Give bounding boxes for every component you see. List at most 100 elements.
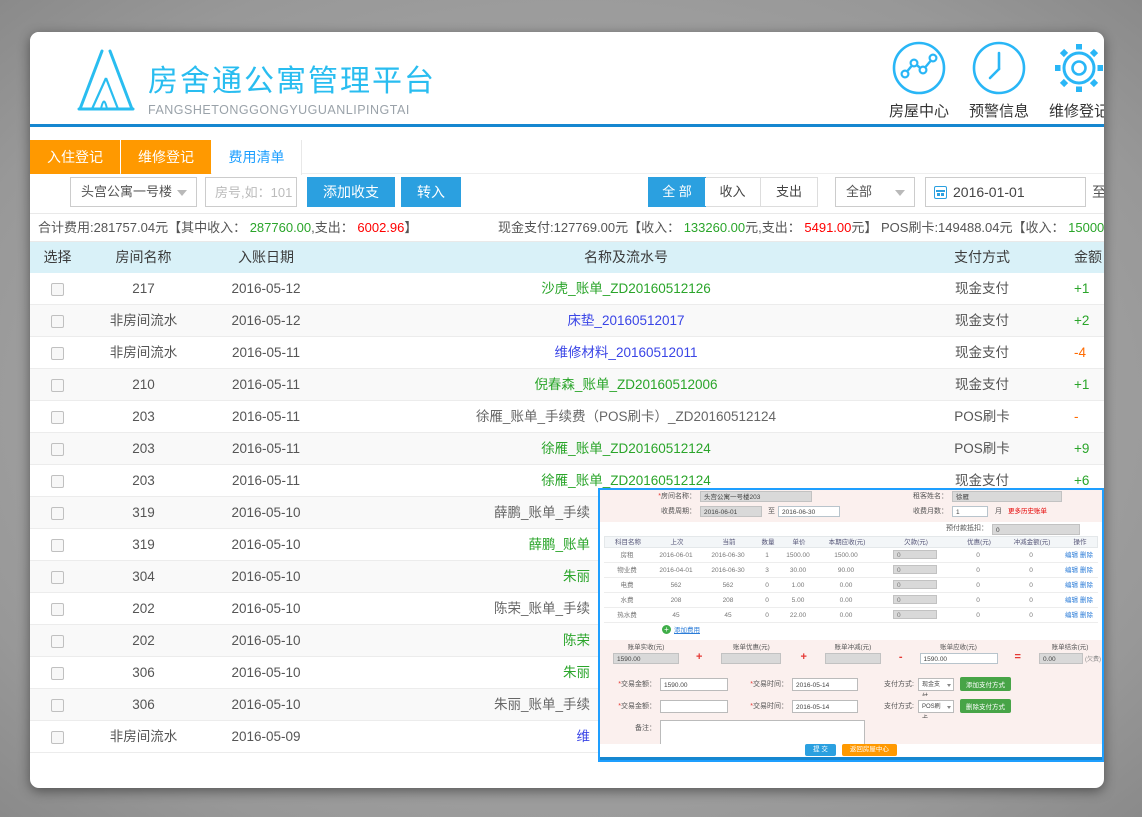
pay-method-select[interactable]: POS刷卡 xyxy=(918,700,954,713)
bill-link[interactable]: 维修材料_20160512011 xyxy=(554,345,697,360)
prepay-row: 预付款抵扣： 0 xyxy=(600,522,1102,536)
segment-expense[interactable]: 支出 xyxy=(761,178,817,206)
bill-link[interactable]: 朱丽 xyxy=(563,665,590,680)
bill-link[interactable]: 薛鹏_账单_手续 xyxy=(494,505,590,520)
payment-row-2: *交易金额： *交易时间： 2016-05-14 支付方式: POS刷卡 删除支… xyxy=(600,696,1102,718)
row-checkbox[interactable] xyxy=(51,443,64,456)
room-cell: 203 xyxy=(85,401,202,432)
bill-link[interactable]: 徐雁_账单_ZD20160512124 xyxy=(541,473,711,488)
row-checkbox[interactable] xyxy=(51,603,64,616)
bill-offset-input[interactable] xyxy=(825,653,881,664)
debt-input[interactable]: 0 xyxy=(893,565,937,574)
fee-cell: 0 xyxy=(1002,563,1060,577)
tab-repair[interactable]: 维修登记 xyxy=(121,140,211,174)
bill-link[interactable]: 薛鹏_账单 xyxy=(528,537,590,552)
bill-link[interactable]: 朱丽_账单_手续 xyxy=(494,697,590,712)
column-date: 入账日期 xyxy=(202,242,330,273)
bill-received-input[interactable]: 1590.00 xyxy=(613,653,679,664)
return-house-center-button[interactable]: 返回房屋中心 xyxy=(842,744,897,756)
trade-time-input[interactable]: 2016-05-14 xyxy=(792,700,858,713)
delete-link[interactable]: 删除 xyxy=(1080,552,1093,559)
debt-input[interactable]: 0 xyxy=(893,610,937,619)
category-select[interactable]: 全部 xyxy=(835,177,915,207)
add-payment-button[interactable]: 添加支付方式 xyxy=(960,677,1011,691)
segment-all[interactable]: 全 部 xyxy=(648,177,706,207)
date-from-input[interactable]: 2016-01-01 xyxy=(925,177,1086,207)
edit-link[interactable]: 编辑 xyxy=(1065,567,1078,574)
pay-method-select[interactable]: 现金支付 xyxy=(918,678,954,691)
tab-expense-list[interactable]: 费用清单 xyxy=(212,140,302,175)
row-checkbox[interactable] xyxy=(51,283,64,296)
room-cell: 319 xyxy=(85,497,202,528)
building-select[interactable]: 头宫公寓一号楼 xyxy=(70,177,197,207)
row-checkbox[interactable] xyxy=(51,475,64,488)
room-name-input[interactable]: 头宫公寓一号楼203 xyxy=(700,491,812,502)
row-checkbox[interactable] xyxy=(51,507,64,520)
import-button[interactable]: 转入 xyxy=(401,177,461,207)
debt-input[interactable]: 0 xyxy=(893,580,937,589)
nav-warning-info[interactable]: 预警信息 xyxy=(959,40,1039,121)
bill-link[interactable]: 陈荣_账单_手续 xyxy=(494,601,590,616)
fee-actions: 编辑删除 xyxy=(1060,608,1098,622)
row-checkbox[interactable] xyxy=(51,539,64,552)
summary-segment: 元,支出： xyxy=(745,220,804,235)
period-from-input[interactable]: 2016-06-01 xyxy=(700,506,762,517)
bill-link[interactable]: 徐雁_账单_ZD20160512124 xyxy=(541,441,711,456)
bill-balance-input[interactable]: 0.00 xyxy=(1039,653,1083,664)
room-number-input[interactable] xyxy=(205,177,297,207)
add-transaction-button[interactable]: 添加收支 xyxy=(307,177,395,207)
room-cell: 非房间流水 xyxy=(85,337,202,368)
edit-link[interactable]: 编辑 xyxy=(1065,612,1078,619)
trade-time-input[interactable]: 2016-05-14 xyxy=(792,678,858,691)
bill-discount-input[interactable] xyxy=(721,653,781,664)
table-row: 2032016-05-11徐雁_账单_手续费（POS刷卡）_ZD20160512… xyxy=(30,401,1104,433)
delete-link[interactable]: 删除 xyxy=(1080,567,1093,574)
row-checkbox[interactable] xyxy=(51,347,64,360)
bill-link[interactable]: 倪春森_账单_ZD20160512006 xyxy=(534,377,717,392)
fee-cell: 0 xyxy=(954,563,1002,577)
row-checkbox[interactable] xyxy=(51,667,64,680)
history-bills-link[interactable]: 更多历史账单 xyxy=(1008,505,1047,518)
edit-link[interactable]: 编辑 xyxy=(1065,552,1078,559)
debt-input[interactable]: 0 xyxy=(893,595,937,604)
row-checkbox[interactable] xyxy=(51,571,64,584)
edit-link[interactable]: 编辑 xyxy=(1065,597,1078,604)
app-title: 房舍通公寓管理平台 xyxy=(148,56,436,100)
select-cell xyxy=(30,657,85,688)
debt-input[interactable]: 0 xyxy=(893,550,937,559)
row-checkbox[interactable] xyxy=(51,315,64,328)
segment-income[interactable]: 收入 xyxy=(705,178,761,206)
add-fee-link[interactable]: + 添加费用 xyxy=(662,624,700,634)
clock-icon xyxy=(959,40,1039,96)
row-checkbox[interactable] xyxy=(51,379,64,392)
screen: 房舍通公寓管理平台 FANGSHETONGGONGYUGUANLIPINGTAI xyxy=(0,0,1142,817)
row-checkbox[interactable] xyxy=(51,635,64,648)
row-checkbox[interactable] xyxy=(51,699,64,712)
name-cell: 徐雁_账单_手续费（POS刷卡）_ZD20160512124 xyxy=(330,401,922,432)
bill-link[interactable]: 维 xyxy=(577,729,591,744)
prepay-input[interactable]: 0 xyxy=(992,524,1080,535)
bill-link[interactable]: 徐雁_账单_手续费（POS刷卡）_ZD20160512124 xyxy=(476,409,776,424)
bill-link[interactable]: 陈荣 xyxy=(563,633,590,648)
trade-amount-input[interactable]: 1590.00 xyxy=(660,678,728,691)
delete-link[interactable]: 删除 xyxy=(1080,612,1093,619)
months-input[interactable]: 1 xyxy=(952,506,988,517)
edit-link[interactable]: 编辑 xyxy=(1065,582,1078,589)
delete-link[interactable]: 删除 xyxy=(1080,597,1093,604)
tenant-name-input[interactable]: 徐雁 xyxy=(952,491,1062,502)
trade-amount-input[interactable] xyxy=(660,700,728,713)
bill-link[interactable]: 床垫_20160512017 xyxy=(567,313,684,328)
row-checkbox[interactable] xyxy=(51,411,64,424)
delete-payment-button[interactable]: 删除支付方式 xyxy=(960,699,1011,713)
delete-link[interactable]: 删除 xyxy=(1080,582,1093,589)
nav-house-center[interactable]: 房屋中心 xyxy=(879,40,959,121)
bill-link[interactable]: 朱丽 xyxy=(563,569,590,584)
bill-due-input[interactable]: 1590.00 xyxy=(920,653,998,664)
tab-checkin[interactable]: 入住登记 xyxy=(30,140,120,174)
submit-button[interactable]: 提 交 xyxy=(805,744,836,756)
nav-repair-register[interactable]: 维修登记 xyxy=(1039,40,1104,121)
row-checkbox[interactable] xyxy=(51,731,64,744)
fee-cell: 热水费 xyxy=(604,608,650,622)
bill-link[interactable]: 沙虎_账单_ZD20160512126 xyxy=(541,281,711,296)
period-to-input[interactable]: 2016-06-30 xyxy=(778,506,840,517)
